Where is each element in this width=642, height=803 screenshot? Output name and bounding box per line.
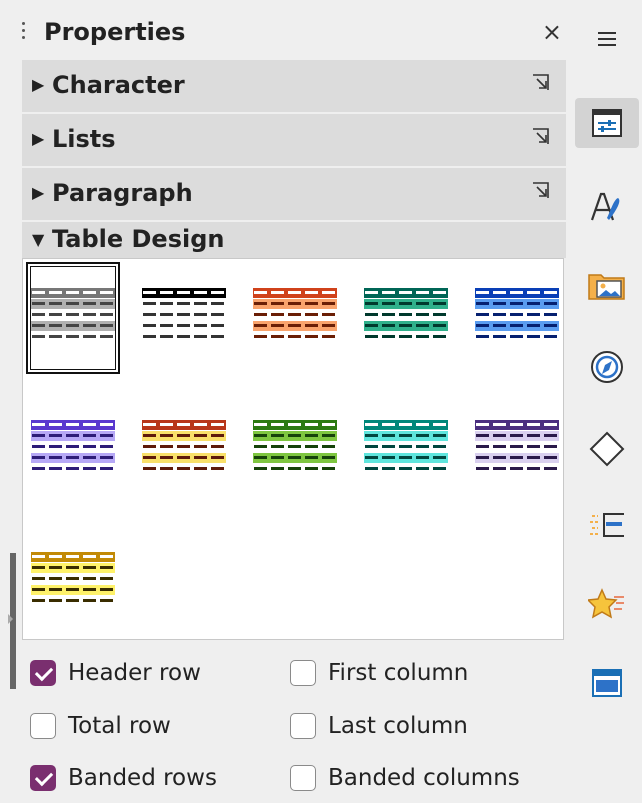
- sidebar-tab-manage-changes[interactable]: [575, 658, 639, 708]
- more-options-icon[interactable]: [532, 74, 550, 92]
- table-style-violet[interactable]: [28, 396, 118, 504]
- sidebar-tabbar: [572, 0, 642, 803]
- checkbox-label: Banded rows: [68, 765, 217, 791]
- sidebar-tab-navigator[interactable]: [575, 342, 639, 392]
- section-lists[interactable]: ▶ Lists: [22, 114, 566, 166]
- table-preview: [475, 288, 559, 342]
- checkbox-label: Last column: [328, 713, 468, 739]
- navigator-icon: [591, 351, 623, 383]
- checkbox-label: Total row: [68, 713, 171, 739]
- table-style-blue[interactable]: [472, 264, 562, 372]
- star-icon: [588, 588, 624, 619]
- close-icon[interactable]: ×: [542, 18, 562, 46]
- table-preview: [475, 420, 559, 474]
- table-style-lavender[interactable]: [472, 396, 562, 504]
- styles-icon: [590, 192, 620, 221]
- sidebar-tab-page[interactable]: [575, 500, 639, 550]
- section-label: Character: [52, 71, 185, 99]
- section-label: Paragraph: [52, 179, 193, 207]
- checkbox-label: Banded columns: [328, 765, 520, 791]
- sidebar-menu-button[interactable]: [575, 14, 639, 64]
- section-label: Lists: [52, 125, 116, 153]
- window-icon: [592, 669, 622, 697]
- table-preview: [31, 420, 115, 474]
- table-style-green[interactable]: [250, 396, 340, 504]
- properties-panel: Properties × ▶ Character ▶ Lists ▶ Parag…: [0, 0, 568, 803]
- drag-handle-icon[interactable]: [22, 22, 26, 42]
- panel-title: Properties: [44, 18, 186, 46]
- table-style-red-yellow[interactable]: [139, 396, 229, 504]
- table-style-default[interactable]: [26, 262, 120, 374]
- table-preview: [253, 288, 337, 342]
- sidebar-tab-style-inspector[interactable]: [575, 580, 639, 630]
- table-style-teal[interactable]: [361, 264, 451, 372]
- table-preview: [31, 552, 115, 606]
- checkbox-box[interactable]: [290, 660, 316, 686]
- checkbox-box[interactable]: [290, 713, 316, 739]
- checkbox-label: First column: [328, 660, 469, 686]
- panel-titlebar: Properties ×: [18, 8, 566, 58]
- shapes-icon: [589, 431, 625, 467]
- table-style-orange-red[interactable]: [250, 264, 340, 372]
- collapse-deck-icon[interactable]: [8, 614, 13, 624]
- menu-icon: [598, 32, 616, 46]
- table-style-yellow[interactable]: [28, 528, 118, 636]
- section-character[interactable]: ▶ Character: [22, 60, 566, 112]
- table-style-black[interactable]: [139, 264, 229, 372]
- checkbox-box[interactable]: [290, 765, 316, 791]
- gallery-icon: [588, 274, 625, 300]
- page-icon: [590, 513, 624, 537]
- sidebar-tab-gallery[interactable]: [575, 260, 639, 310]
- collapse-arrow-icon: ▼: [32, 230, 45, 249]
- table-preview: [364, 288, 448, 342]
- sidebar-tab-properties[interactable]: [575, 98, 639, 148]
- expand-arrow-icon: ▶: [32, 183, 45, 202]
- table-style-cyan[interactable]: [361, 396, 451, 504]
- sidebar-tab-styles[interactable]: [575, 182, 639, 232]
- checkbox-box[interactable]: [30, 713, 56, 739]
- checkbox-label: Header row: [68, 660, 201, 686]
- table-style-gallery: [22, 258, 564, 640]
- table-preview: [253, 420, 337, 474]
- section-label: Table Design: [52, 225, 225, 253]
- sidebar-tab-shapes[interactable]: [575, 424, 639, 474]
- more-options-icon[interactable]: [532, 182, 550, 200]
- table-preview: [142, 420, 226, 474]
- table-preview: [31, 288, 115, 342]
- table-preview: [364, 420, 448, 474]
- expand-arrow-icon: ▶: [32, 129, 45, 148]
- table-preview: [142, 288, 226, 342]
- more-options-icon[interactable]: [532, 128, 550, 146]
- section-paragraph[interactable]: ▶ Paragraph: [22, 168, 566, 220]
- properties-icon: [592, 109, 622, 137]
- checkbox-box[interactable]: [30, 765, 56, 791]
- expand-arrow-icon: ▶: [32, 75, 45, 94]
- checkbox-box[interactable]: [30, 660, 56, 686]
- section-table-design[interactable]: ▼ Table Design: [22, 222, 566, 258]
